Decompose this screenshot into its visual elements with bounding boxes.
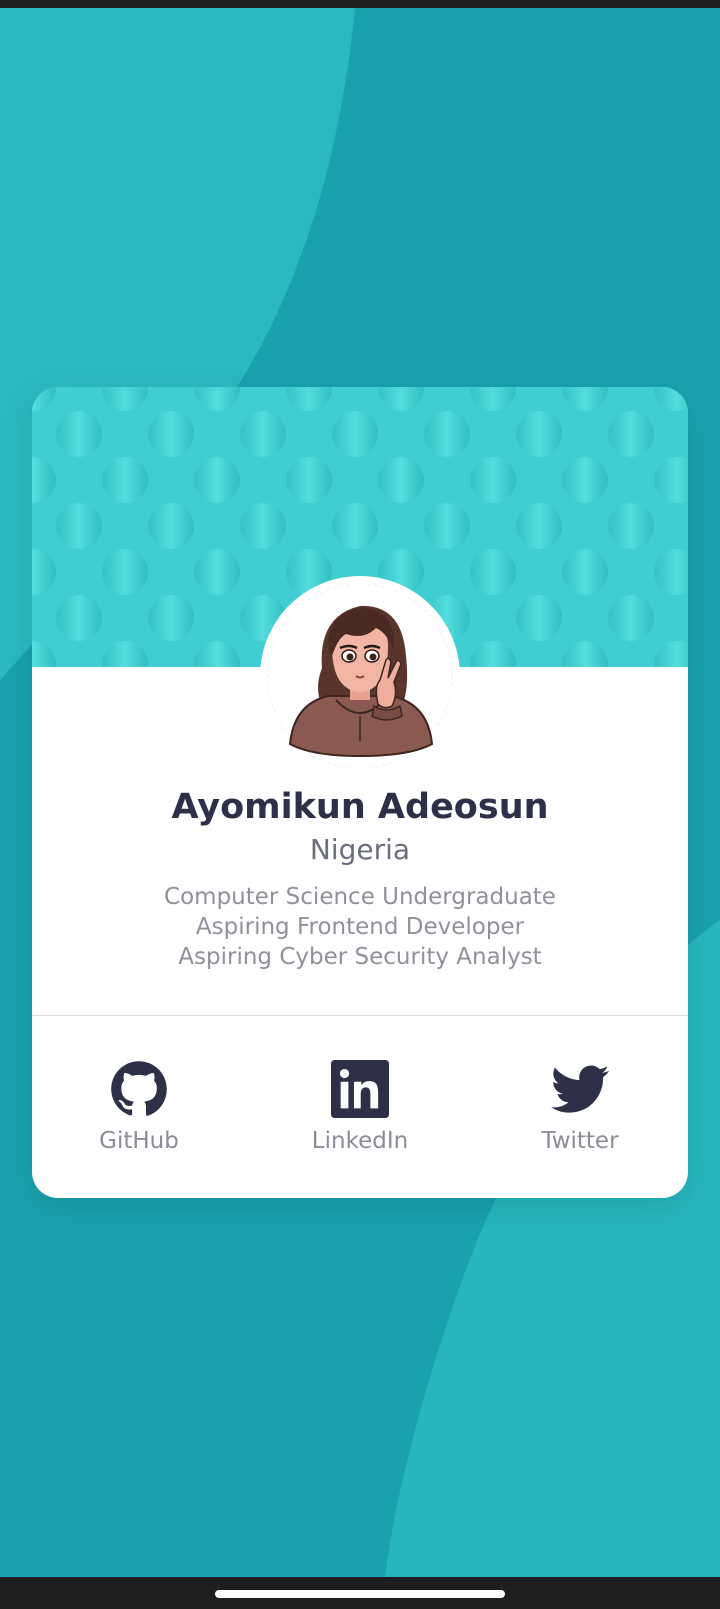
avatar-illustration <box>267 583 453 769</box>
home-indicator[interactable] <box>215 1590 505 1598</box>
bio-line: Computer Science Undergraduate <box>164 884 556 910</box>
linkedin-label: LinkedIn <box>311 1128 409 1154</box>
linkedin-icon <box>331 1060 389 1118</box>
profile-name: Ayomikun Adeosun <box>171 787 549 827</box>
profile-country: Nigeria <box>309 833 411 866</box>
bio-line: Aspiring Frontend Developer <box>195 914 525 940</box>
navigation-bar <box>0 1577 720 1609</box>
profile-card: Ayomikun Adeosun Nigeria Computer Scienc… <box>32 387 688 1198</box>
divider <box>32 1015 688 1016</box>
status-bar <box>0 0 720 8</box>
github-link[interactable]: GitHub <box>69 1060 209 1154</box>
avatar <box>260 576 460 776</box>
profile-bio: Computer Science Undergraduate Aspiring … <box>32 882 688 972</box>
github-label: GitHub <box>99 1128 179 1154</box>
bio-line: Aspiring Cyber Security Analyst <box>178 944 542 970</box>
twitter-link[interactable]: Twitter <box>510 1060 650 1154</box>
linkedin-link[interactable]: LinkedIn <box>290 1060 430 1154</box>
twitter-label: Twitter <box>541 1128 619 1154</box>
github-icon <box>111 1061 167 1116</box>
twitter-icon <box>551 1065 609 1113</box>
